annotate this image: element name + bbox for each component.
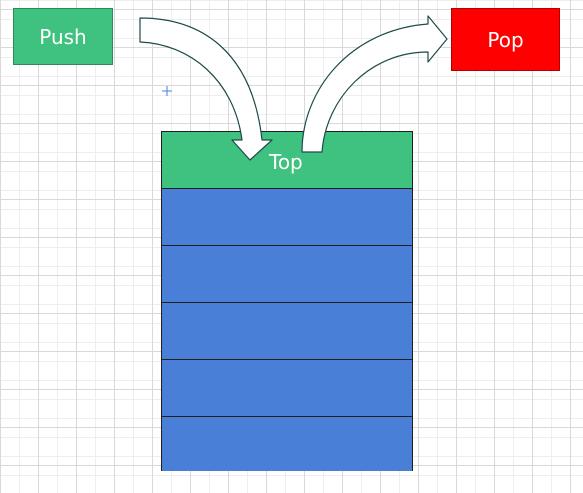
top-label: Top bbox=[269, 150, 303, 174]
pop-node[interactable]: Pop bbox=[451, 8, 560, 71]
stack-container[interactable]: Top bbox=[161, 131, 413, 471]
stack-cell[interactable] bbox=[162, 360, 412, 417]
stack-top-cell[interactable]: Top bbox=[162, 132, 412, 189]
stack-cell[interactable] bbox=[162, 189, 412, 246]
stack-cell[interactable] bbox=[162, 303, 412, 360]
stack-cell[interactable] bbox=[162, 246, 412, 303]
crosshair-icon bbox=[162, 86, 172, 96]
push-label: Push bbox=[39, 24, 87, 49]
stack-cell[interactable] bbox=[162, 417, 412, 471]
push-node[interactable]: Push bbox=[13, 8, 113, 65]
pop-label: Pop bbox=[487, 27, 524, 52]
